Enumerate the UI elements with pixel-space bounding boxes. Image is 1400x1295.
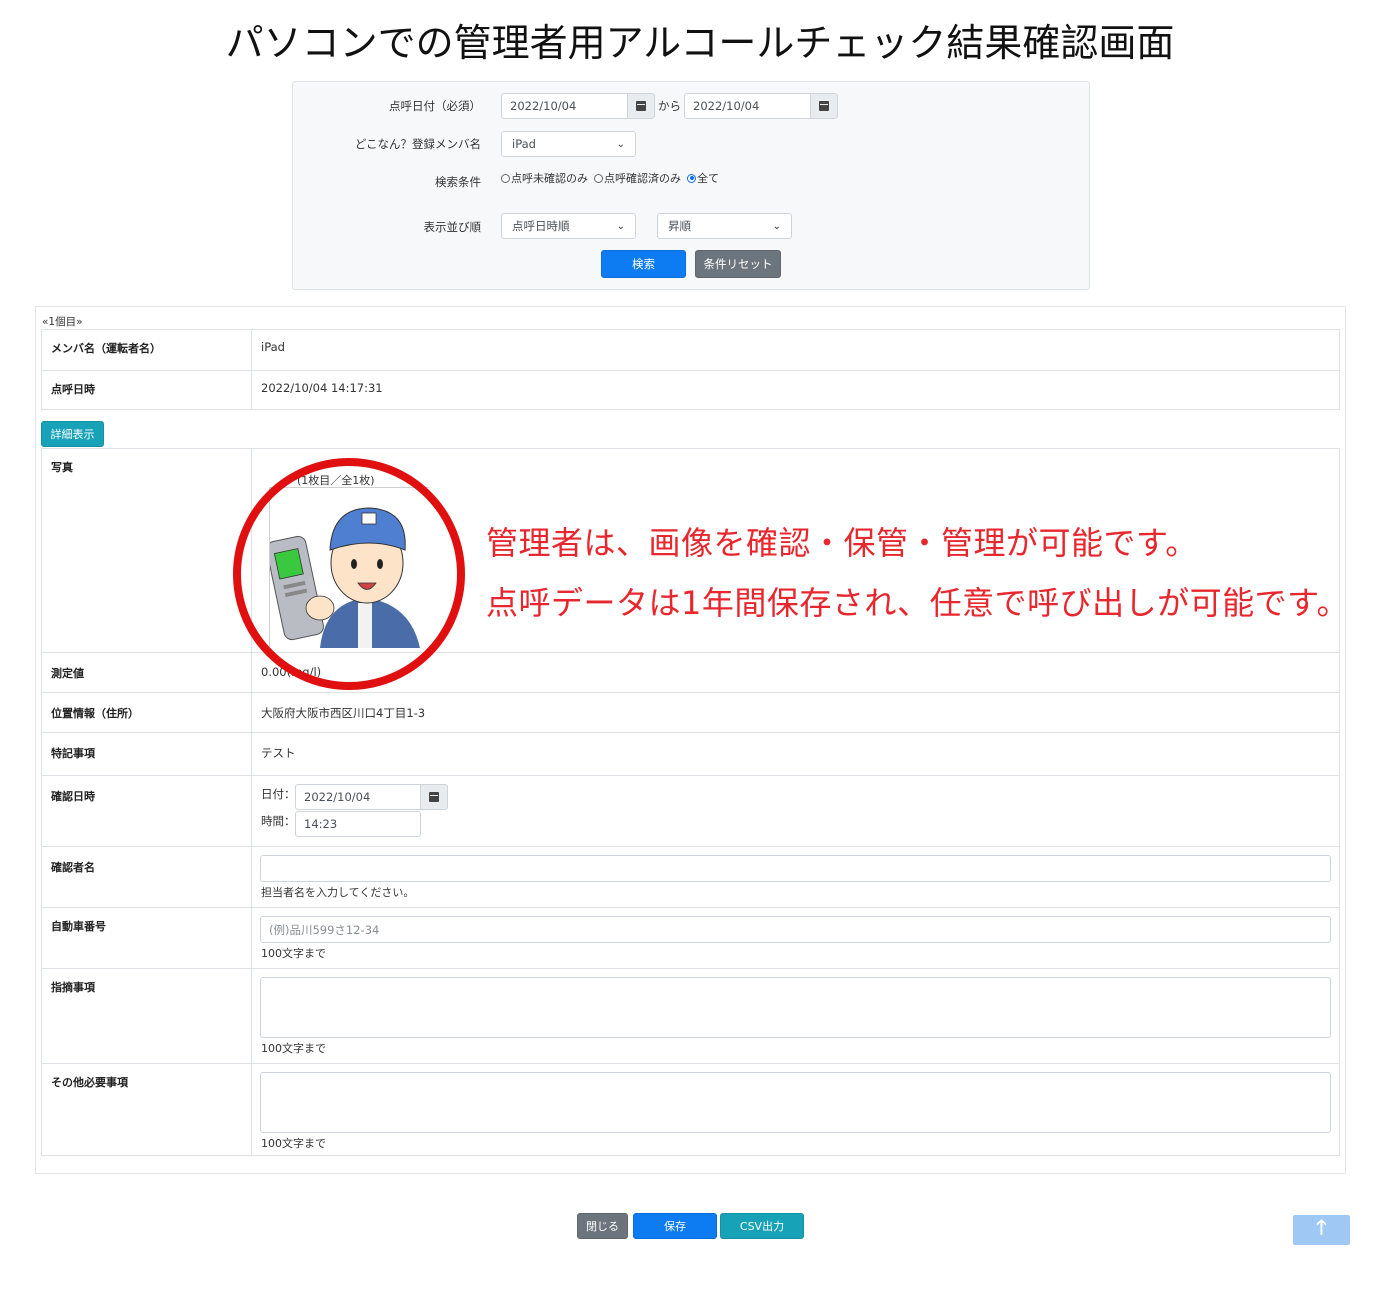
instruction-label: 指摘事項 bbox=[51, 981, 95, 994]
sort-field-value: 点呼日時順 bbox=[512, 219, 570, 233]
instruction-help: 100文字まで bbox=[261, 1042, 326, 1055]
confirm-date-calendar-button[interactable] bbox=[420, 784, 448, 810]
other-textarea[interactable] bbox=[260, 1072, 1331, 1133]
car-number-help: 100文字まで bbox=[261, 947, 326, 960]
arrow-up-icon: 🡑 bbox=[1316, 1215, 1327, 1239]
location-label: 位置情報（住所） bbox=[51, 707, 139, 720]
radio-all[interactable] bbox=[687, 173, 696, 183]
calendar-icon bbox=[819, 101, 829, 111]
detail-button[interactable]: 詳細表示 bbox=[41, 421, 104, 447]
member-select-value: iPad bbox=[512, 137, 536, 151]
confirm-time-prefix: 時間： bbox=[261, 814, 296, 828]
date-from-input[interactable]: 2022/10/04 bbox=[501, 93, 628, 119]
date-from-calendar-button[interactable] bbox=[627, 93, 655, 119]
confirm-time-input[interactable]: 14:23 bbox=[295, 811, 421, 837]
member-name-label: メンバ名（運転者名） bbox=[51, 342, 161, 355]
search-button[interactable]: 検索 bbox=[601, 250, 686, 278]
radio-unconfirmed-label: 点呼未確認のみ bbox=[511, 172, 588, 185]
csv-export-button[interactable]: CSV出力 bbox=[720, 1213, 804, 1239]
member-name-value: iPad bbox=[261, 340, 285, 354]
condition-radio-group: 点呼未確認のみ 点呼確認済のみ 全て bbox=[501, 170, 719, 186]
chevron-down-icon: ⌄ bbox=[772, 220, 781, 232]
sort-field-select[interactable]: 点呼日時順 ⌄ bbox=[501, 213, 636, 239]
confirmer-input[interactable] bbox=[260, 855, 1331, 882]
radio-confirmed[interactable] bbox=[594, 173, 603, 183]
save-button[interactable]: 保存 bbox=[633, 1213, 717, 1239]
sort-order-select[interactable]: 昇順 ⌄ bbox=[657, 213, 792, 239]
chevron-down-icon: ⌄ bbox=[616, 220, 625, 232]
table-row: 自動車番号 (例)品川599さ12-34 100文字まで bbox=[42, 907, 1339, 968]
table-row: 確認日時 日付： 2022/10/04 時間： 14:23 bbox=[42, 775, 1339, 846]
notes-label: 特記事項 bbox=[51, 747, 95, 760]
measure-label: 測定値 bbox=[51, 667, 84, 680]
date-separator: から bbox=[658, 99, 681, 113]
date-to-calendar-button[interactable] bbox=[810, 93, 838, 119]
member-select[interactable]: iPad ⌄ bbox=[501, 131, 636, 157]
table-row: メンバ名（運転者名） iPad bbox=[42, 330, 1339, 370]
sort-label: 表示並び順 bbox=[423, 220, 482, 234]
annotation-line-1: 管理者は、画像を確認・保管・管理が可能です。 bbox=[486, 524, 1198, 562]
location-value: 大阪府大阪市西区川口4丁目1-3 bbox=[261, 706, 426, 720]
radio-confirmed-label: 点呼確認済のみ bbox=[604, 172, 681, 185]
pager[interactable]: «1個目» bbox=[42, 314, 83, 329]
confirmer-help: 担当者名を入力してください。 bbox=[261, 886, 415, 899]
car-number-input[interactable]: (例)品川599さ12-34 bbox=[260, 916, 1331, 943]
other-label: その他必要事項 bbox=[51, 1076, 128, 1089]
chevron-down-icon: ⌄ bbox=[616, 138, 625, 150]
annotation-line-2: 点呼データは1年間保存され、任意で呼び出しが可能です。 bbox=[486, 584, 1349, 622]
date-label: 点呼日付（必須） bbox=[389, 99, 481, 113]
radio-all-label: 全て bbox=[697, 172, 719, 185]
confirm-time-label: 確認日時 bbox=[51, 790, 95, 803]
confirm-date-prefix: 日付： bbox=[261, 787, 296, 801]
radio-unconfirmed[interactable] bbox=[501, 173, 510, 183]
table-row: 点呼日時 2022/10/04 14:17:31 bbox=[42, 370, 1339, 410]
summary-table: メンバ名（運転者名） iPad 点呼日時 2022/10/04 14:17:31 bbox=[41, 329, 1340, 410]
confirmer-label: 確認者名 bbox=[51, 861, 95, 874]
calendar-icon bbox=[429, 792, 439, 802]
table-row: 位置情報（住所） 大阪府大阪市西区川口4丁目1-3 bbox=[42, 692, 1339, 732]
instruction-textarea[interactable] bbox=[260, 977, 1331, 1038]
table-row: 確認者名 担当者名を入力してください。 bbox=[42, 846, 1339, 907]
scroll-to-top-button[interactable]: 🡑 bbox=[1293, 1215, 1350, 1245]
call-time-label: 点呼日時 bbox=[51, 383, 95, 396]
page-title: パソコンでの管理者用アルコールチェック結果確認画面 bbox=[225, 21, 1175, 65]
close-button[interactable]: 閉じる bbox=[577, 1213, 628, 1239]
highlight-circle bbox=[233, 458, 465, 690]
call-time-value: 2022/10/04 14:17:31 bbox=[261, 381, 383, 395]
car-number-label: 自動車番号 bbox=[51, 920, 106, 933]
sort-order-value: 昇順 bbox=[668, 219, 691, 233]
other-help: 100文字まで bbox=[261, 1137, 326, 1150]
reset-button[interactable]: 条件リセット bbox=[695, 250, 781, 278]
notes-value: テスト bbox=[261, 746, 296, 760]
table-row: 測定値 0.00(mg/l) bbox=[42, 652, 1339, 692]
search-panel: 点呼日付（必須） 2022/10/04 から 2022/10/04 どこなん？登… bbox=[292, 81, 1090, 290]
table-row: 指摘事項 100文字まで bbox=[42, 968, 1339, 1063]
table-row: その他必要事項 100文字まで bbox=[42, 1063, 1339, 1156]
condition-label: 検索条件 bbox=[435, 175, 481, 189]
table-row: 特記事項 テスト bbox=[42, 732, 1339, 775]
confirm-date-input[interactable]: 2022/10/04 bbox=[295, 784, 421, 810]
photo-label: 写真 bbox=[51, 461, 73, 474]
date-to-input[interactable]: 2022/10/04 bbox=[684, 93, 811, 119]
member-label: どこなん？登録メンバ名 bbox=[354, 137, 481, 151]
calendar-icon bbox=[636, 101, 646, 111]
